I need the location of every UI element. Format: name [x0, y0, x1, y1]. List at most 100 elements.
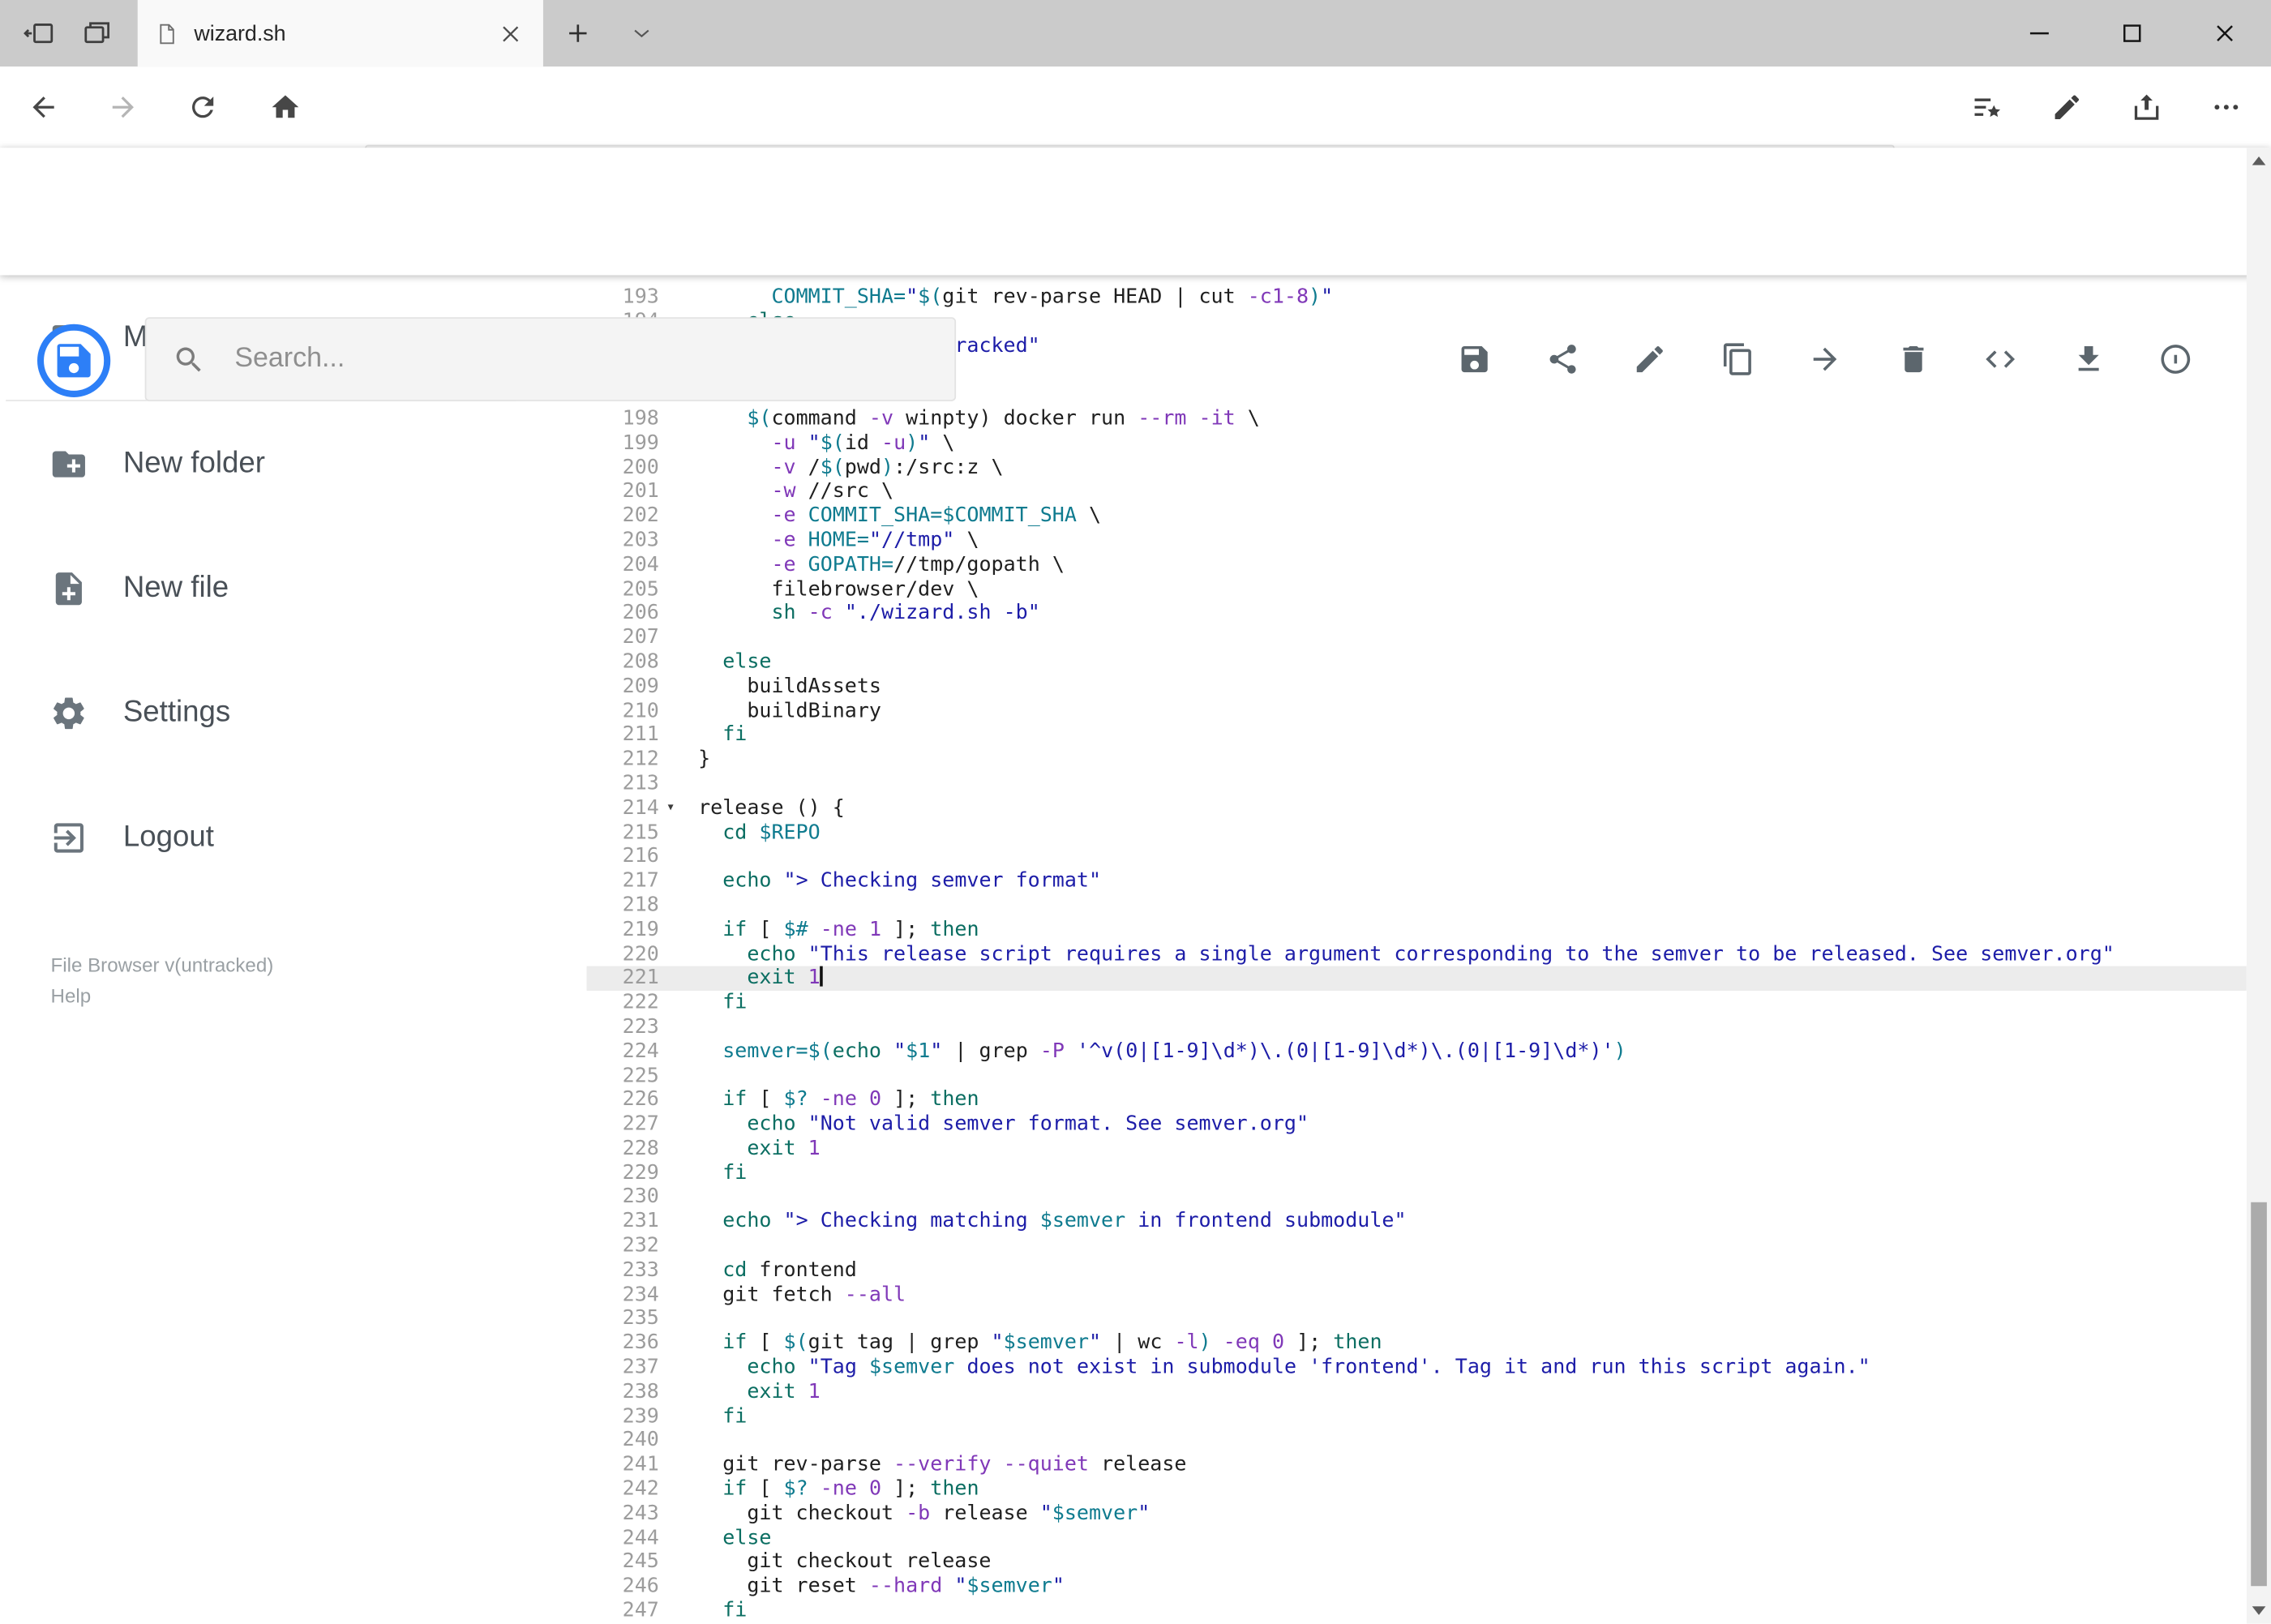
refresh-button[interactable]: [181, 85, 225, 129]
code-line[interactable]: 236 if [ $(git tag | grep "$semver" | wc…: [587, 1331, 2247, 1356]
code-line[interactable]: 204 -e GOPATH=//tmp/gopath \: [587, 553, 2247, 577]
line-number[interactable]: 200: [587, 456, 659, 480]
sidebar-item-new-folder[interactable]: New folder: [0, 401, 587, 526]
minimize-button[interactable]: [1993, 0, 2085, 66]
code-line[interactable]: 220 echo "This release script requires a…: [587, 942, 2247, 966]
line-number[interactable]: 215: [587, 821, 659, 845]
rename-button[interactable]: [1606, 315, 1694, 402]
page-scrollbar[interactable]: [2246, 148, 2271, 1624]
code-line[interactable]: 215 cd $REPO: [587, 821, 2247, 845]
maximize-button[interactable]: [2086, 0, 2179, 66]
line-number[interactable]: 207: [587, 626, 659, 650]
line-number[interactable]: 246: [587, 1575, 659, 1599]
code-line[interactable]: 223: [587, 1015, 2247, 1039]
code-line[interactable]: 244 else: [587, 1526, 2247, 1550]
line-number[interactable]: 221: [587, 966, 659, 991]
browser-tab[interactable]: wizard.sh: [137, 0, 543, 67]
line-number[interactable]: 198: [587, 407, 659, 431]
line-number[interactable]: 218: [587, 893, 659, 918]
sidebar-item-logout[interactable]: Logout: [0, 775, 587, 900]
code-line[interactable]: 234 git fetch --all: [587, 1283, 2247, 1307]
code-line[interactable]: 216: [587, 845, 2247, 869]
line-number[interactable]: 223: [587, 1015, 659, 1039]
line-number[interactable]: 222: [587, 991, 659, 1015]
line-number[interactable]: 209: [587, 675, 659, 699]
share-file-button[interactable]: [1519, 315, 1606, 402]
line-number[interactable]: 243: [587, 1502, 659, 1526]
code-line[interactable]: 235: [587, 1307, 2247, 1331]
line-number[interactable]: 234: [587, 1283, 659, 1307]
code-line[interactable]: 203 -e HOME="//tmp" \: [587, 529, 2247, 553]
line-number[interactable]: 208: [587, 650, 659, 675]
line-number[interactable]: 244: [587, 1526, 659, 1550]
line-number[interactable]: 203: [587, 529, 659, 553]
code-line[interactable]: 200 -v /$(pwd):/src:z \: [587, 456, 2247, 480]
delete-button[interactable]: [1869, 315, 1956, 402]
home-button[interactable]: [264, 85, 307, 129]
code-line[interactable]: 219 if [ $# -ne 1 ]; then: [587, 918, 2247, 942]
back-button[interactable]: [22, 85, 66, 129]
hub-favorites-button[interactable]: [1947, 66, 2026, 148]
tab-preview-button[interactable]: [75, 11, 119, 55]
line-number[interactable]: 224: [587, 1039, 659, 1064]
code-line[interactable]: 211 fi: [587, 723, 2247, 748]
line-number[interactable]: 216: [587, 845, 659, 869]
line-number[interactable]: 212: [587, 748, 659, 772]
line-number[interactable]: 210: [587, 699, 659, 723]
line-number[interactable]: 202: [587, 504, 659, 529]
scroll-up-button[interactable]: [2247, 149, 2271, 173]
share-button[interactable]: [2106, 66, 2186, 148]
code-line[interactable]: 221 exit 1: [586, 966, 2247, 992]
line-number[interactable]: 211: [587, 723, 659, 748]
code-line[interactable]: 232: [587, 1234, 2247, 1258]
code-line[interactable]: 212}: [587, 748, 2247, 772]
line-number[interactable]: 232: [587, 1234, 659, 1258]
code-line[interactable]: 243 git checkout -b release "$semver": [587, 1502, 2247, 1526]
code-line[interactable]: 209 buildAssets: [587, 675, 2247, 699]
line-number[interactable]: 206: [587, 602, 659, 626]
sidebar-item-new-file[interactable]: New file: [0, 525, 587, 650]
code-line[interactable]: 218: [587, 893, 2247, 918]
download-button[interactable]: [2045, 315, 2132, 402]
code-line[interactable]: 231 echo "> Checking matching $semver in…: [587, 1210, 2247, 1234]
tab-close-button[interactable]: [494, 17, 525, 49]
line-number[interactable]: 220: [587, 942, 659, 966]
line-number[interactable]: 247: [587, 1599, 659, 1623]
code-line[interactable]: 233 cd frontend: [587, 1258, 2247, 1283]
forward-button[interactable]: [101, 85, 145, 129]
line-number[interactable]: 219: [587, 918, 659, 942]
line-number[interactable]: 242: [587, 1477, 659, 1502]
code-line[interactable]: 226 if [ $? -ne 0 ]; then: [587, 1088, 2247, 1112]
code-line[interactable]: 207: [587, 626, 2247, 650]
line-number[interactable]: 205: [587, 577, 659, 602]
search-input[interactable]: [231, 341, 846, 377]
code-line[interactable]: 214 ▾ release () {: [587, 796, 2247, 821]
code-editor[interactable]: 193 COMMIT_SHA="$(git rev-parse HEAD | c…: [586, 275, 2247, 1624]
code-line[interactable]: 213: [587, 772, 2247, 796]
code-line[interactable]: 222 fi: [587, 991, 2247, 1015]
line-number[interactable]: 201: [587, 480, 659, 504]
code-line[interactable]: 238 exit 1: [587, 1380, 2247, 1404]
code-line[interactable]: 224 semver=$(echo "$1" | grep -P '^v(0|[…: [587, 1039, 2247, 1064]
line-number[interactable]: 225: [587, 1064, 659, 1088]
line-number[interactable]: 228: [587, 1137, 659, 1161]
code-line[interactable]: 201 -w //src \: [587, 480, 2247, 504]
code-line[interactable]: 237 echo "Tag $semver does not exist in …: [587, 1356, 2247, 1380]
line-number[interactable]: 199: [587, 431, 659, 456]
line-number[interactable]: 238: [587, 1380, 659, 1404]
code-line[interactable]: 241 git rev-parse --verify --quiet relea…: [587, 1453, 2247, 1477]
line-number[interactable]: 237: [587, 1356, 659, 1380]
code-line[interactable]: 202 -e COMMIT_SHA=$COMMIT_SHA \: [587, 504, 2247, 529]
code-line[interactable]: 227 echo "Not valid semver format. See s…: [587, 1112, 2247, 1137]
scrollbar-thumb[interactable]: [2251, 1202, 2267, 1587]
code-line[interactable]: 228 exit 1: [587, 1137, 2247, 1161]
code-line[interactable]: 230: [587, 1185, 2247, 1210]
web-notes-button[interactable]: [2026, 66, 2106, 148]
code-line[interactable]: 246 git reset --hard "$semver": [587, 1575, 2247, 1599]
line-number[interactable]: 193: [587, 285, 659, 310]
line-number[interactable]: 214: [587, 796, 659, 821]
line-number[interactable]: 227: [587, 1112, 659, 1137]
fold-marker-icon[interactable]: ▾: [659, 796, 683, 821]
line-number[interactable]: 241: [587, 1453, 659, 1477]
tab-list-chevron-button[interactable]: [620, 11, 664, 55]
